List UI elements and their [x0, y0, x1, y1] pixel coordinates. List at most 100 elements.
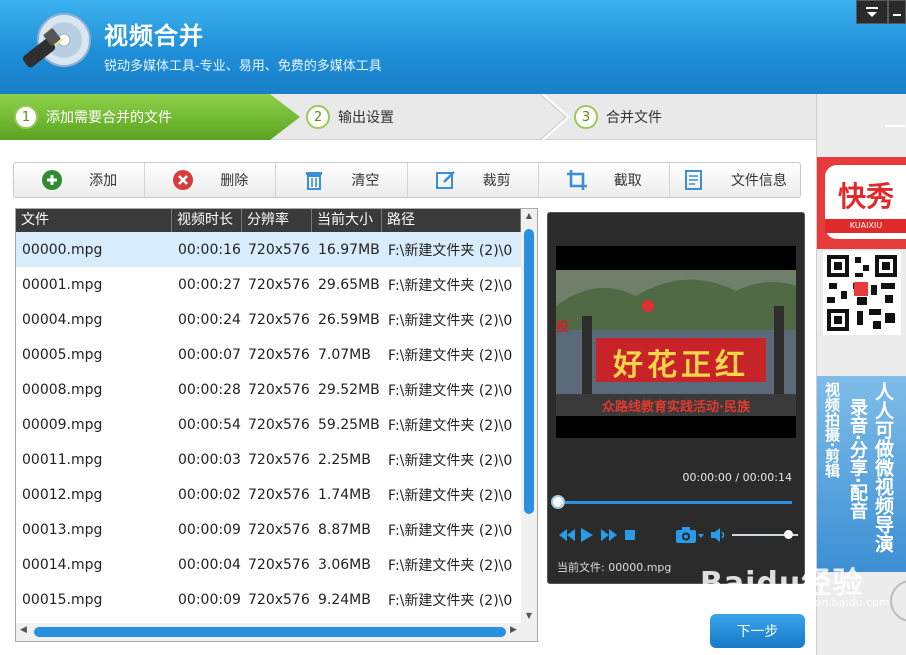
horizontal-scrollbar[interactable]: ◀ ▶	[16, 623, 537, 641]
cell-path: F:\新建文件夹 (2)\0	[388, 487, 513, 504]
cell-size: 29.65MB	[318, 276, 380, 293]
seek-bar[interactable]	[558, 501, 792, 504]
current-file-label: 当前文件: 00000.mpg	[557, 561, 672, 574]
cell-res: 720x576	[248, 346, 310, 363]
cell-res: 720x576	[248, 486, 310, 503]
table-row[interactable]: 00005.mpg 00:00:07 720x576 7.07MB F:\新建文件夹 (…	[16, 337, 521, 372]
mute-button[interactable]	[710, 523, 728, 547]
cell-res: 720x576	[248, 381, 310, 398]
column-header-size[interactable]: 当前大小	[312, 209, 382, 232]
ad-brand-block[interactable]: 快秀 KUAIXIU	[817, 157, 906, 249]
table-row[interactable]: 00011.mpg 00:00:03 720x576 2.25MB F:\新建文件夹 (…	[16, 442, 521, 477]
cell-size: 2.25MB	[318, 451, 371, 468]
add-label: 添加	[89, 173, 118, 189]
cell-file: 00013.mpg	[22, 521, 103, 538]
cell-path: F:\新建文件夹 (2)\0	[388, 417, 513, 434]
rewind-button[interactable]	[558, 523, 576, 547]
file-info-button[interactable]: 文件信息	[670, 163, 800, 197]
cell-path: F:\新建文件夹 (2)\0	[388, 557, 513, 574]
cell-res: 720x576	[248, 591, 310, 608]
table-row[interactable]: 00015.mpg 00:00:09 720x576 9.24MB F:\新建文件夹 (…	[16, 582, 521, 617]
delete-button[interactable]: 删除	[145, 163, 277, 197]
volume-handle[interactable]	[784, 530, 794, 539]
cell-path: F:\新建文件夹 (2)\0	[388, 242, 513, 259]
cell-size: 1.74MB	[318, 486, 371, 503]
cell-path: F:\新建文件夹 (2)\0	[388, 522, 513, 539]
qr-code-icon	[823, 251, 901, 335]
scroll-left-icon[interactable]: ◀	[20, 625, 27, 635]
horizontal-scroll-thumb[interactable]	[34, 627, 506, 637]
column-header-resolution[interactable]: 分辨率	[242, 209, 312, 232]
ad-brand-sub: KUAIXIU	[825, 219, 906, 233]
stop-button[interactable]	[624, 523, 636, 547]
ad-promo-block[interactable]: 人人可做微视频导演 录音·分享·配音 视频拍摄·剪辑	[817, 376, 906, 572]
preview-player: 好花正红 投 众路线教育实践活动·民族 00:00:00 / 00:00:14 …	[547, 212, 805, 584]
fast-forward-button[interactable]	[600, 523, 618, 547]
step-bar: 1 添加需要合并的文件 2 输出设置 3 合并文件	[0, 94, 816, 140]
crop-button[interactable]: 裁剪	[408, 163, 539, 197]
cell-path: F:\新建文件夹 (2)\0	[388, 312, 513, 329]
cell-duration: 00:00:04	[178, 556, 241, 573]
table-row[interactable]: 00012.mpg 00:00:02 720x576 1.74MB F:\新建文件夹 (…	[16, 477, 521, 512]
step-add-files[interactable]: 1 添加需要合并的文件	[0, 94, 300, 140]
cell-file: 00005.mpg	[22, 346, 103, 363]
video-side-text: 投	[556, 320, 570, 335]
cell-duration: 00:00:54	[178, 416, 241, 433]
table-row[interactable]: 00008.mpg 00:00:28 720x576 29.52MB F:\新建文件夹 …	[16, 372, 521, 407]
play-button[interactable]	[580, 523, 594, 547]
cell-file: 00008.mpg	[22, 381, 103, 398]
file-list[interactable]: 文件 视频时长 分辨率 当前大小 路径 00000.mpg 00:00:16 720…	[15, 208, 538, 642]
column-header-path[interactable]: 路径	[382, 209, 521, 232]
video-preview[interactable]: 好花正红 投 众路线教育实践活动·民族	[556, 246, 796, 438]
file-toolbar: 添加 删除 清空 裁剪 截取 文件信息	[13, 162, 801, 198]
cell-file: 00014.mpg	[22, 556, 103, 573]
video-caption-text: 众路线教育实践活动·民族	[602, 400, 750, 415]
player-controls	[556, 523, 798, 547]
seek-handle[interactable]	[551, 495, 565, 509]
add-button[interactable]: 添加	[14, 163, 146, 197]
cell-file: 00015.mpg	[22, 591, 103, 608]
cell-size: 59.25MB	[318, 416, 380, 433]
cell-duration: 00:00:24	[178, 311, 241, 328]
column-header-file[interactable]: 文件	[16, 209, 172, 232]
cell-res: 720x576	[248, 311, 310, 328]
cell-file: 00012.mpg	[22, 486, 103, 503]
step-number-2: 2	[306, 105, 330, 129]
plus-icon	[41, 169, 63, 191]
vertical-scroll-thumb[interactable]	[524, 229, 534, 514]
step-label-3: 合并文件	[606, 110, 662, 126]
minimize-button[interactable]	[888, 0, 906, 24]
cell-file: 00000.mpg	[22, 241, 103, 258]
table-row[interactable]: 00014.mpg 00:00:04 720x576 3.06MB F:\新建文件夹 (…	[16, 547, 521, 582]
table-row[interactable]: 00001.mpg 00:00:27 720x576 29.65MB F:\新建文件夹 …	[16, 267, 521, 302]
scroll-right-icon[interactable]: ▶	[510, 625, 517, 635]
table-row[interactable]: 00009.mpg 00:00:54 720x576 59.25MB F:\新建文件夹 …	[16, 407, 521, 442]
step-merge-files[interactable]: 3 合并文件	[574, 94, 662, 140]
snapshot-button[interactable]	[674, 523, 706, 547]
table-row[interactable]: 00000.mpg 00:00:16 720x576 16.97MB F:\新建文件夹 …	[16, 232, 521, 267]
table-row[interactable]: 00013.mpg 00:00:09 720x576 8.87MB F:\新建文件夹 (…	[16, 512, 521, 547]
cell-res: 720x576	[248, 241, 310, 258]
cell-path: F:\新建文件夹 (2)\0	[388, 382, 513, 399]
scroll-up-icon[interactable]: ▲	[521, 209, 537, 223]
step-output-settings[interactable]: 2 输出设置	[306, 94, 394, 140]
table-row[interactable]: 00004.mpg 00:00:24 720x576 26.59MB F:\新建文件夹 …	[16, 302, 521, 337]
menu-dropdown-button[interactable]	[856, 0, 888, 24]
cut-label: 截取	[613, 173, 642, 189]
cell-duration: 00:00:28	[178, 381, 241, 398]
cell-size: 16.97MB	[318, 241, 380, 258]
cell-duration: 00:00:16	[178, 241, 241, 258]
step-separator-chevron	[540, 94, 570, 140]
cell-file: 00011.mpg	[22, 451, 103, 468]
cut-button[interactable]: 截取	[539, 163, 670, 197]
scroll-down-icon[interactable]: ▼	[521, 609, 537, 623]
cell-size: 26.59MB	[318, 311, 380, 328]
step-number-3: 3	[574, 105, 598, 129]
next-step-button[interactable]: 下一步	[710, 614, 805, 648]
column-header-duration[interactable]: 视频时长	[172, 209, 242, 232]
clear-button[interactable]: 清空	[276, 163, 408, 197]
vertical-scrollbar[interactable]: ▲ ▼	[521, 209, 537, 623]
cell-duration: 00:00:27	[178, 276, 241, 293]
menu-icon	[866, 7, 878, 17]
cell-size: 8.87MB	[318, 521, 371, 538]
